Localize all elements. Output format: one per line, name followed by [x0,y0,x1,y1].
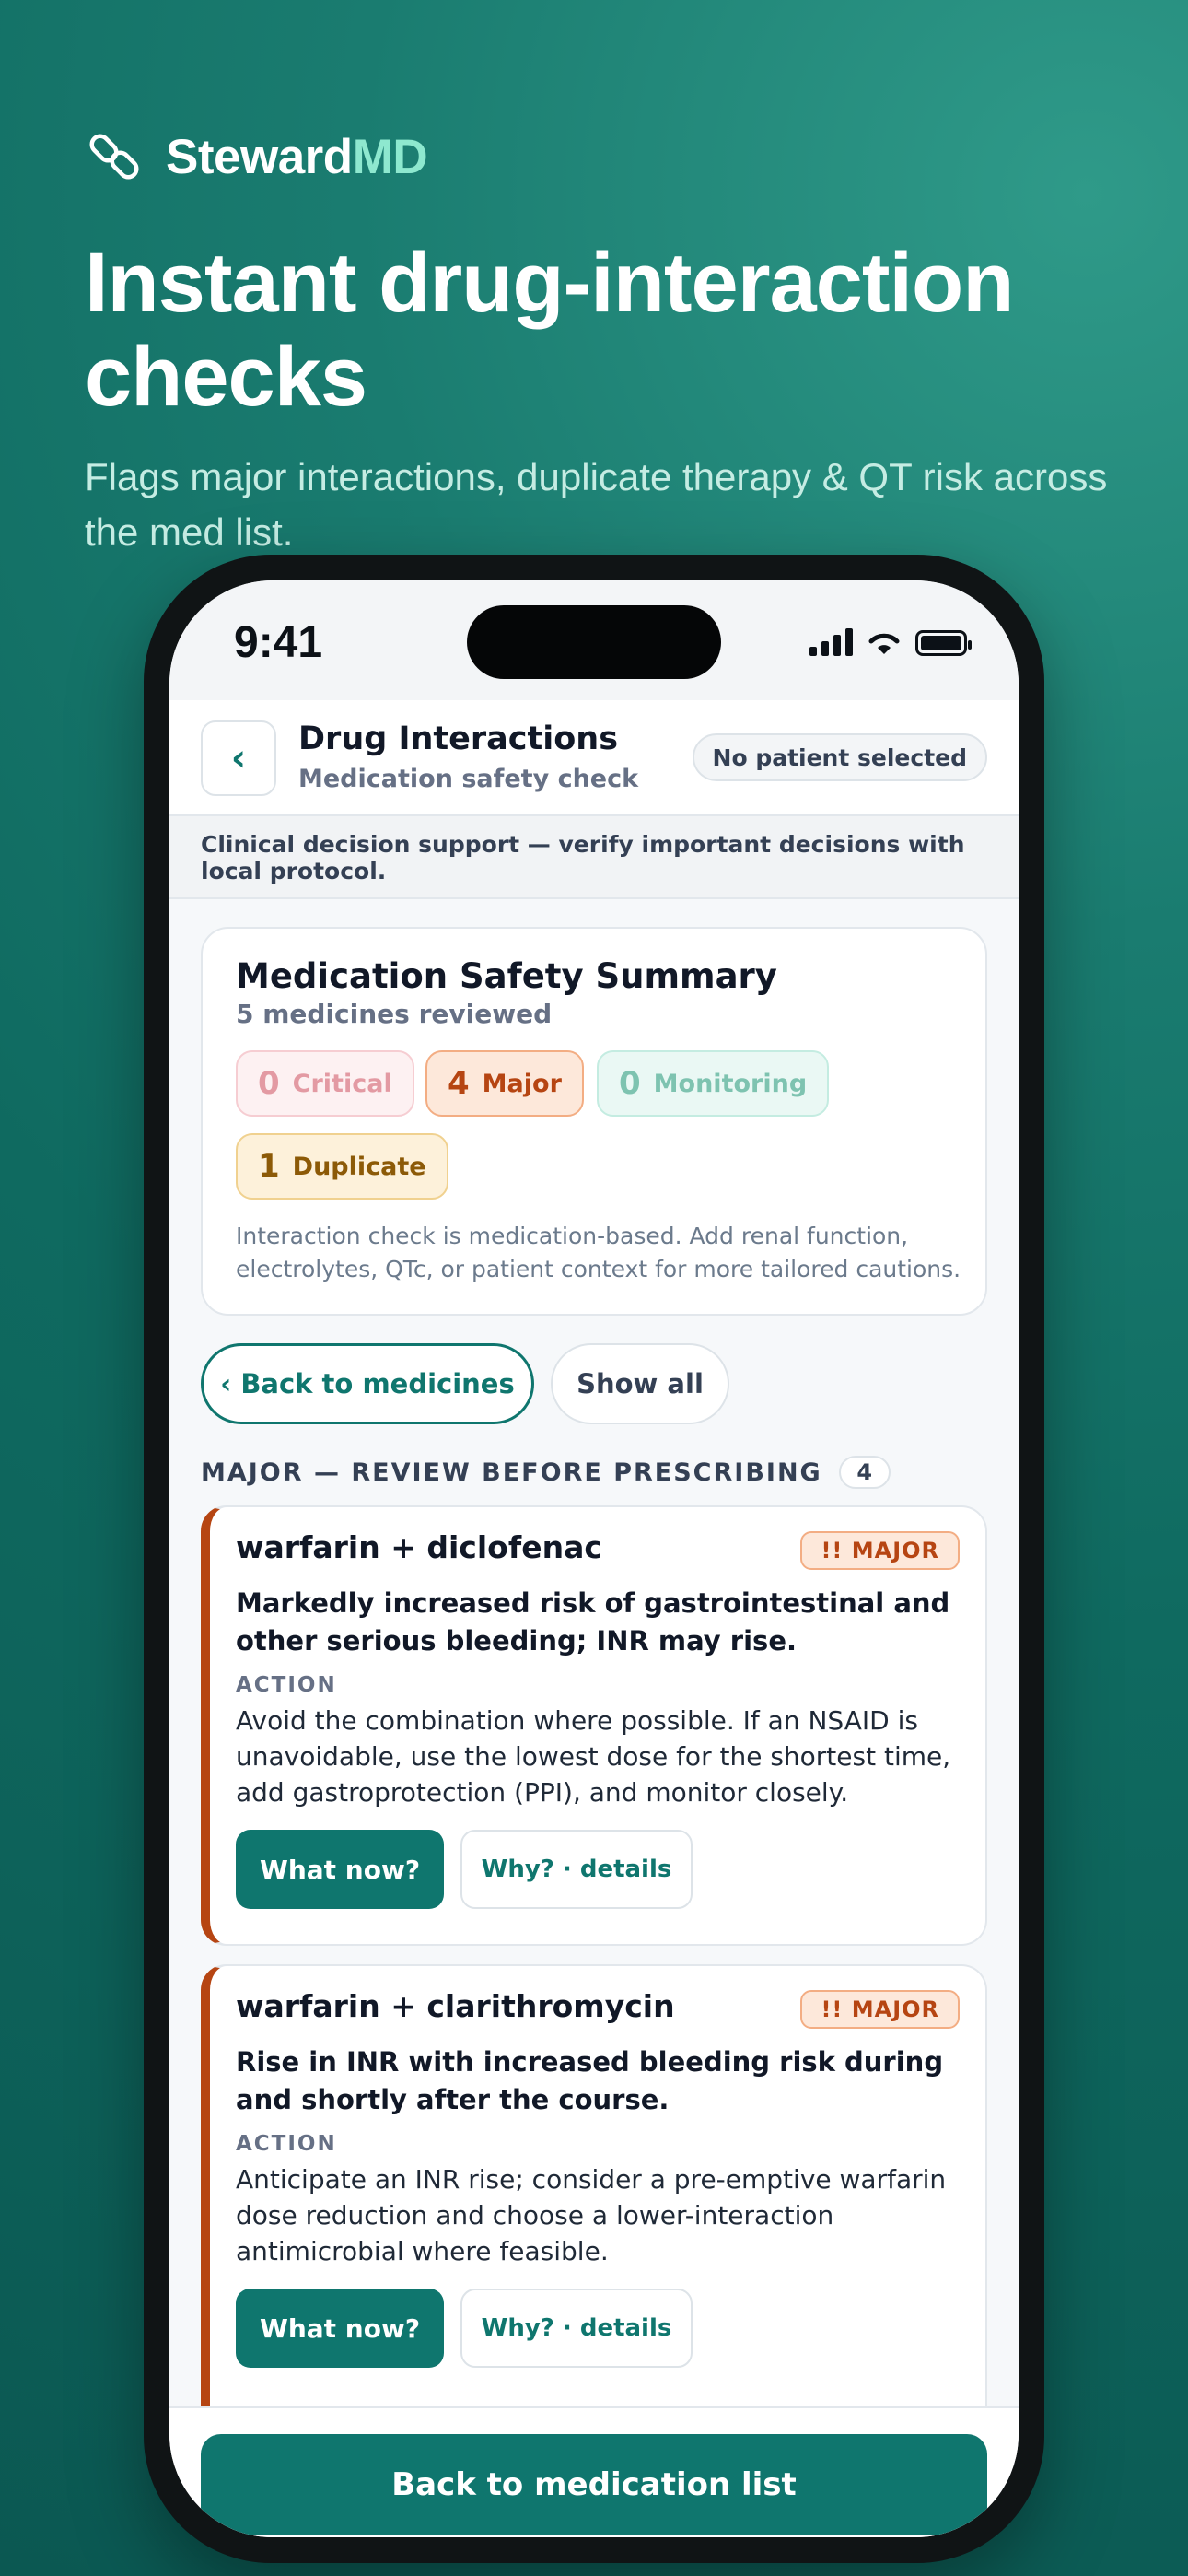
severity-badge: !! MAJOR [800,1990,960,2029]
chevron-left-icon: ‹ [230,737,247,779]
why-details-button[interactable]: Why? · details [460,2289,693,2368]
why-details-button[interactable]: Why? · details [460,1830,693,1909]
section-count-badge: 4 [838,1456,891,1489]
hero-subhead: Flags major interactions, duplicate ther… [85,455,1108,554]
brand: StewardMD [85,127,428,186]
bottom-action-bar: Back to medication list [169,2406,1019,2537]
what-now-button[interactable]: What now? [236,1830,444,1909]
phone-frame: 9:41 ‹ Drug Interactions Medication safe… [144,555,1044,2563]
back-to-medicines-button[interactable]: ‹ Back to medicines [201,1343,534,1424]
page-title: Drug Interactions [298,720,619,757]
brand-name: StewardMD [166,129,428,184]
back-to-medication-list-button[interactable]: Back to medication list [201,2434,987,2535]
signal-icon [809,628,853,656]
duplicate-count-chip[interactable]: 1 Duplicate [236,1133,448,1200]
severity-badge: !! MAJOR [800,1531,960,1570]
status-bar: 9:41 [169,580,1019,700]
battery-icon [915,630,972,656]
monitoring-count-chip[interactable]: 0 Monitoring [597,1050,830,1117]
action-label: ACTION [236,2132,337,2156]
critical-count-chip[interactable]: 0 Critical [236,1050,414,1117]
drug-pair: warfarin + diclofenac [236,1529,602,1565]
interaction-effect: Markedly increased risk of gastrointesti… [236,1587,950,1657]
phone-screen: 9:41 ‹ Drug Interactions Medication safe… [169,580,1019,2537]
wifi-icon [868,633,900,654]
what-now-button[interactable]: What now? [236,2289,444,2368]
major-count-chip[interactable]: 4 Major [425,1050,584,1117]
clinical-disclaimer: Clinical decision support — verify impor… [169,816,1019,899]
action-text: Anticipate an INR rise; consider a pre-e… [236,2164,947,2266]
page-subtitle: Medication safety check [298,765,639,793]
action-label: ACTION [236,1673,337,1697]
status-icons [809,628,972,656]
hero-headline: Instant drug-interaction checks [85,236,1014,424]
back-button[interactable]: ‹ [201,720,276,796]
action-text: Avoid the combination where possible. If… [236,1705,951,1808]
interaction-effect: Rise in INR with increased bleeding risk… [236,2046,944,2115]
section-header-major: MAJOR — REVIEW BEFORE PRESCRIBING 4 [201,1456,891,1489]
summary-note: Interaction check is medication-based. A… [236,1223,961,1282]
show-all-button[interactable]: Show all [551,1343,729,1424]
patient-status-pill[interactable]: No patient selected [692,733,987,781]
interaction-card: warfarin + clarithromycin !! MAJOR Rise … [201,1964,987,2443]
section-title: MAJOR — REVIEW BEFORE PRESCRIBING [201,1458,822,1487]
safety-summary-card: Medication Safety Summary 5 medicines re… [201,927,987,1316]
drug-pair: warfarin + clarithromycin [236,1988,675,2024]
summary-subtitle: 5 medicines reviewed [236,999,553,1029]
pill-link-icon [89,134,139,180]
summary-title: Medication Safety Summary [236,956,777,996]
status-time: 9:41 [234,618,323,667]
interaction-card: warfarin + diclofenac !! MAJOR Markedly … [201,1505,987,1946]
app-header: ‹ Drug Interactions Medication safety ch… [169,700,1019,816]
dynamic-island [467,605,721,679]
